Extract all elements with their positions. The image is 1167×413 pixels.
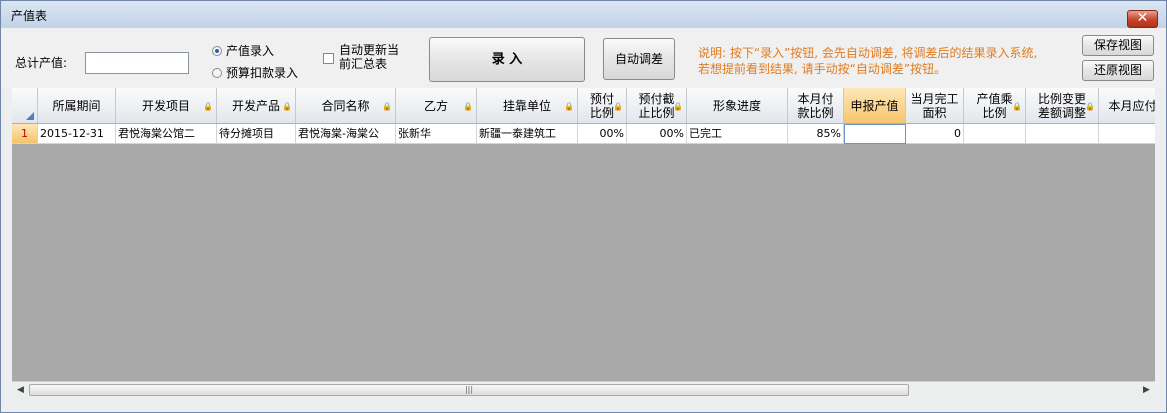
radio-selected-icon: [212, 45, 222, 56]
toolbar: 总计产值: 产值录入 预算扣款录入 自动更新当前汇总表 录 入 自动调差 说明:…: [1, 28, 1166, 88]
column-header-label: 挂靠单位: [502, 98, 551, 113]
column-header[interactable]: 申报产值: [844, 88, 906, 123]
column-header[interactable]: 开发产品 🔒: [217, 88, 296, 123]
enter-button[interactable]: 录 入: [429, 37, 585, 82]
table-cell[interactable]: 张新华: [396, 124, 477, 144]
table-cell[interactable]: 0: [906, 124, 964, 144]
table-cell[interactable]: 00%: [578, 124, 627, 144]
table-cell[interactable]: 00%: [627, 124, 687, 144]
lock-icon: 🔒: [282, 102, 292, 111]
column-header[interactable]: 所属期间: [38, 88, 116, 123]
table-cell[interactable]: [1026, 124, 1099, 144]
table-cell[interactable]: 待分摊项目: [217, 124, 296, 144]
scroll-thumb[interactable]: |||: [29, 384, 909, 396]
scroll-right-arrow-icon[interactable]: ▶: [1138, 382, 1155, 399]
radio-output-entry[interactable]: 产值录入: [212, 42, 274, 59]
column-header[interactable]: 本月应付款: [1099, 88, 1155, 123]
select-all-corner[interactable]: [12, 88, 38, 123]
column-header-label: 比例变更 差额调整: [1037, 91, 1086, 120]
column-header-label: 本月付 款比例: [797, 91, 834, 120]
table-cell[interactable]: 君悦海棠-海棠公: [296, 124, 396, 144]
column-header-label: 预付截 止比例: [638, 91, 675, 120]
lock-icon: 🔒: [1012, 102, 1022, 111]
column-header-label: 产值乘 比例: [976, 91, 1013, 120]
column-header[interactable]: 形象进度: [687, 88, 788, 123]
radio-budget-label: 预算扣款录入: [226, 66, 299, 80]
column-header[interactable]: 当月完工 面积: [906, 88, 964, 123]
data-grid: 所属期间 开发项目 🔒 开发产品 🔒 合同名称 🔒 乙方 🔒 挂靠单位 🔒 预付 比例 🔒 预付截 止比例…: [12, 88, 1155, 381]
column-header-label: 乙方: [423, 98, 448, 113]
lock-icon: 🔒: [463, 102, 473, 111]
column-header-label: 本月应付款: [1108, 98, 1155, 113]
row-number: 1: [12, 124, 38, 144]
production-value-window: 产值表 ✕ 总计产值: 产值录入 预算扣款录入 自动更新当前汇总表 录 入 自动…: [0, 0, 1167, 413]
column-header-label: 申报产值: [850, 98, 899, 113]
column-header[interactable]: 挂靠单位 🔒: [477, 88, 578, 123]
total-value-label: 总计产值:: [15, 56, 68, 70]
column-header[interactable]: 本月付 款比例: [788, 88, 844, 123]
horizontal-scrollbar[interactable]: ◀ ||| ▶: [12, 381, 1155, 399]
table-cell[interactable]: 2015-12-31: [38, 124, 116, 144]
radio-output-label: 产值录入: [226, 44, 275, 58]
column-header-label: 形象进度: [712, 98, 761, 113]
title-bar: 产值表 ✕: [1, 1, 1166, 28]
column-header[interactable]: 合同名称 🔒: [296, 88, 396, 123]
save-view-button[interactable]: 保存视图: [1082, 35, 1154, 56]
column-header[interactable]: 产值乘 比例 🔒: [964, 88, 1026, 123]
column-header[interactable]: 预付截 止比例 🔒: [627, 88, 687, 123]
instruction-note: 说明: 按下“录入”按钮, 会先自动调差, 将调差后的结果录入系统, 若想提前看…: [698, 46, 1038, 76]
column-header[interactable]: 预付 比例 🔒: [578, 88, 627, 123]
column-header-label: 开发项目: [141, 98, 190, 113]
lock-icon: 🔒: [673, 102, 683, 111]
radio-unselected-icon: [212, 67, 222, 78]
column-header-label: 当月完工 面积: [910, 91, 959, 120]
auto-update-label: 自动更新当前汇总表: [339, 43, 400, 71]
column-header-label: 合同名称: [321, 98, 370, 113]
auto-adjust-button[interactable]: 自动调差: [603, 38, 675, 80]
table-row[interactable]: 1 2015-12-31 君悦海棠公馆二 待分摊项目 君悦海棠-海棠公 张新华 新疆一泰建…: [12, 124, 1155, 144]
column-header-label: 开发产品: [231, 98, 280, 113]
scroll-left-arrow-icon[interactable]: ◀: [12, 382, 29, 399]
table-cell[interactable]: [964, 124, 1026, 144]
lock-icon: 🔒: [382, 102, 392, 111]
lock-icon: 🔒: [564, 102, 574, 111]
grid-header: 所属期间 开发项目 🔒 开发产品 🔒 合同名称 🔒 乙方 🔒 挂靠单位 🔒 预付 比例 🔒 预付截 止比例…: [12, 88, 1155, 124]
column-header[interactable]: 比例变更 差额调整 🔒: [1026, 88, 1099, 123]
lock-icon: 🔒: [203, 102, 213, 111]
radio-budget-deduction[interactable]: 预算扣款录入: [212, 64, 298, 81]
declared-value-cell-editor[interactable]: [844, 124, 906, 144]
window-title: 产值表: [11, 9, 48, 23]
lock-icon: 🔒: [1085, 102, 1095, 111]
auto-update-checkbox[interactable]: [323, 53, 334, 64]
table-cell[interactable]: 君悦海棠公馆二: [116, 124, 217, 144]
close-button[interactable]: ✕: [1127, 10, 1158, 28]
column-header[interactable]: 开发项目 🔒: [116, 88, 217, 123]
restore-view-button[interactable]: 还原视图: [1082, 60, 1154, 81]
column-header[interactable]: 乙方 🔒: [396, 88, 477, 123]
table-cell[interactable]: 已完工: [687, 124, 788, 144]
column-header-label: 预付 比例: [589, 91, 614, 120]
lock-icon: 🔒: [613, 102, 623, 111]
table-cell[interactable]: [1099, 124, 1155, 144]
table-cell[interactable]: 新疆一泰建筑工: [477, 124, 578, 144]
total-value-input[interactable]: [85, 52, 189, 74]
table-cell[interactable]: 85%: [788, 124, 844, 144]
column-header-label: 所属期间: [52, 98, 101, 113]
